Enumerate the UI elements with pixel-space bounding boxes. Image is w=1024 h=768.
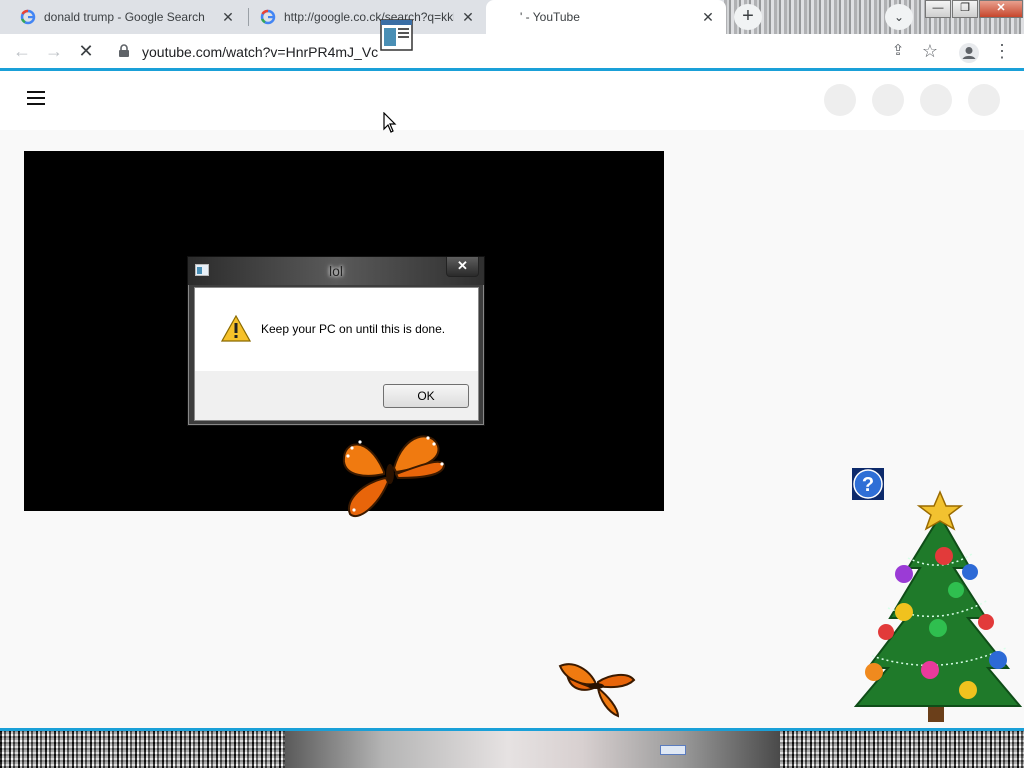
youtube-header: [0, 71, 1024, 130]
tab-search-button[interactable]: ⌄: [885, 4, 913, 30]
tab-google-url[interactable]: http://google.co.ck/search?q=kkk ✕: [250, 0, 486, 34]
header-placeholder-icon[interactable]: [824, 84, 856, 116]
butterfly-image: [342, 435, 446, 517]
dialog-message: Keep your PC on until this is done.: [261, 322, 446, 336]
tab-google-search[interactable]: donald trump - Google Search ✕: [10, 0, 246, 34]
butterfly-image: [558, 663, 636, 718]
address-bar[interactable]: youtube.com/watch?v=HnrPR4mJ_Vc: [142, 44, 378, 60]
loading-icon: [496, 9, 512, 25]
window-controls: — ❐ ✕: [924, 0, 1023, 20]
tab-youtube[interactable]: ' - YouTube ✕: [486, 0, 726, 34]
google-icon: [20, 9, 36, 25]
dialog-title: lol: [328, 263, 343, 279]
menu-icon[interactable]: ⋮: [990, 40, 1014, 64]
glitch-blur: [285, 731, 780, 768]
bookmark-star-icon[interactable]: ☆: [918, 40, 942, 64]
header-placeholder-icon[interactable]: [968, 84, 1000, 116]
restore-button[interactable]: ❐: [952, 0, 978, 18]
warning-icon: [221, 315, 251, 342]
new-tab-button[interactable]: +: [734, 4, 762, 30]
tab-close-icon[interactable]: ✕: [460, 9, 476, 25]
share-icon[interactable]: ⇪: [886, 40, 910, 64]
header-placeholder-icon[interactable]: [872, 84, 904, 116]
window-close-button[interactable]: ✕: [979, 0, 1023, 18]
forward-button[interactable]: →: [42, 40, 66, 64]
mini-window-icon: [660, 745, 686, 755]
google-icon: [260, 9, 276, 25]
header-placeholder-icon[interactable]: [920, 84, 952, 116]
profile-icon[interactable]: [958, 42, 980, 64]
back-button[interactable]: ←: [10, 40, 34, 64]
tab-title: http://google.co.ck/search?q=kkk: [284, 10, 454, 24]
ok-button[interactable]: OK: [383, 384, 469, 408]
dialog-message-area: Keep your PC on until this is done.: [195, 288, 478, 371]
tab-title: donald trump - Google Search: [44, 10, 205, 24]
christmas-tree-image: [853, 490, 1023, 722]
dialog-titlebar[interactable]: lol ✕: [188, 257, 484, 285]
tab-separator: [248, 8, 249, 26]
dialog-body: Keep your PC on until this is done. OK: [194, 287, 479, 421]
tab-strip: donald trump - Google Search ✕ http://go…: [0, 0, 1024, 34]
tab-close-icon[interactable]: ✕: [700, 9, 716, 25]
glitch-taskbar: [0, 731, 1024, 768]
minimize-button[interactable]: —: [925, 0, 951, 18]
screen: donald trump - Google Search ✕ http://go…: [0, 0, 1024, 768]
stop-button[interactable]: ✕: [74, 40, 98, 64]
tab-close-icon[interactable]: ✕: [220, 9, 236, 25]
lock-icon[interactable]: [117, 44, 131, 58]
browser-toolbar: ← → ✕ youtube.com/watch?v=HnrPR4mJ_Vc ⇪ …: [0, 34, 1024, 69]
mouse-cursor-icon: [383, 112, 397, 133]
application-window-icon: [380, 19, 413, 51]
hamburger-menu-icon[interactable]: [27, 91, 45, 105]
tab-title: ' - YouTube: [520, 10, 580, 24]
dialog-close-button[interactable]: ✕: [446, 257, 479, 277]
message-dialog: lol ✕ Keep your PC on until this is done…: [187, 256, 485, 426]
